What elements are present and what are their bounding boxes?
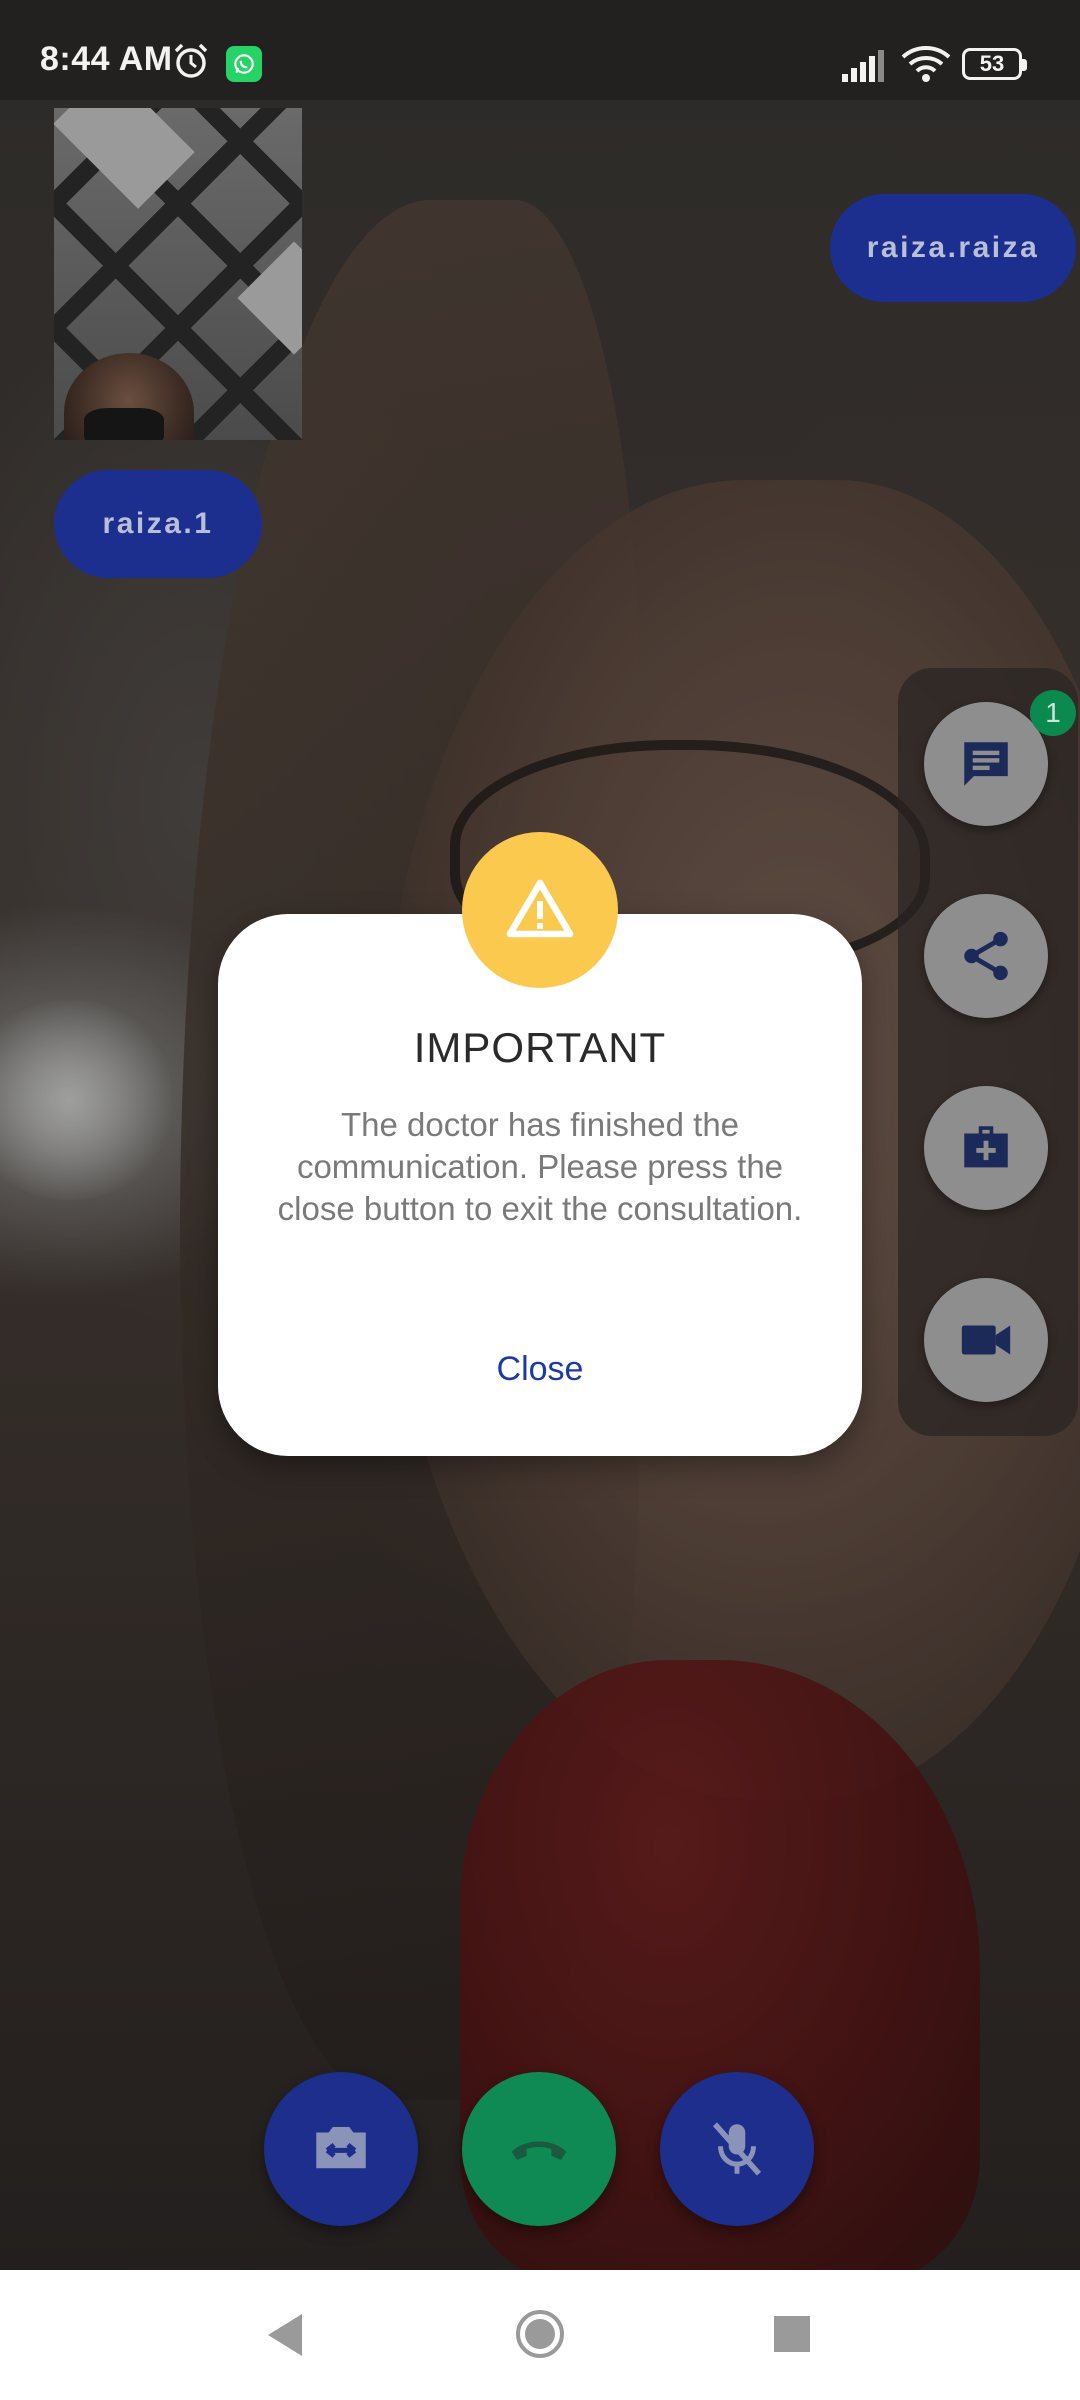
warning-icon [462,832,618,988]
alarm-icon [174,43,208,78]
chat-icon [964,742,1008,786]
video-call-screen: 8:44 AM 53 raiza.raiza raiza.1 1 IMPORTA… [0,0,1080,2400]
signal-icon [842,50,884,82]
medical-kit-button[interactable] [924,1086,1048,1210]
system-navigation-bar [0,2270,1080,2400]
mute-microphone-button[interactable] [660,2072,814,2226]
share-icon [964,931,1008,981]
video-camera-icon [961,1325,1011,1355]
status-time: 8:44 AM [40,40,173,78]
hang-up-button[interactable] [462,2072,616,2226]
dialog-title: IMPORTANT [413,1024,667,1071]
video-toggle-button[interactable] [924,1278,1048,1402]
important-dialog: IMPORTANT The doctor has finished the co… [218,914,862,1456]
medical-kit-icon [964,1126,1008,1168]
microphone-off-icon [712,2122,762,2176]
home-icon[interactable] [514,2308,566,2360]
action-panel: 1 [898,668,1078,1436]
dialog-message: The doctor has finished the communicatio… [277,1106,803,1227]
local-participant-name: raiza.1 [54,470,262,578]
switch-camera-icon [316,2127,366,2169]
whatsapp-icon [226,46,262,82]
recents-icon[interactable] [774,2316,810,2352]
back-icon[interactable] [262,2310,308,2360]
local-video-preview[interactable] [54,108,302,440]
chat-button[interactable] [924,702,1048,826]
remote-participant-name: raiza.raiza [830,194,1076,302]
status-bar: 8:44 AM 53 [0,0,1080,100]
chat-unread-badge: 1 [1030,690,1076,736]
wifi-icon [901,46,951,82]
phone-hangup-icon [511,2141,567,2160]
battery-icon: 53 [962,48,1027,80]
share-button[interactable] [924,894,1048,1018]
close-button[interactable]: Close [440,1334,640,1404]
switch-camera-button[interactable] [264,2072,418,2226]
